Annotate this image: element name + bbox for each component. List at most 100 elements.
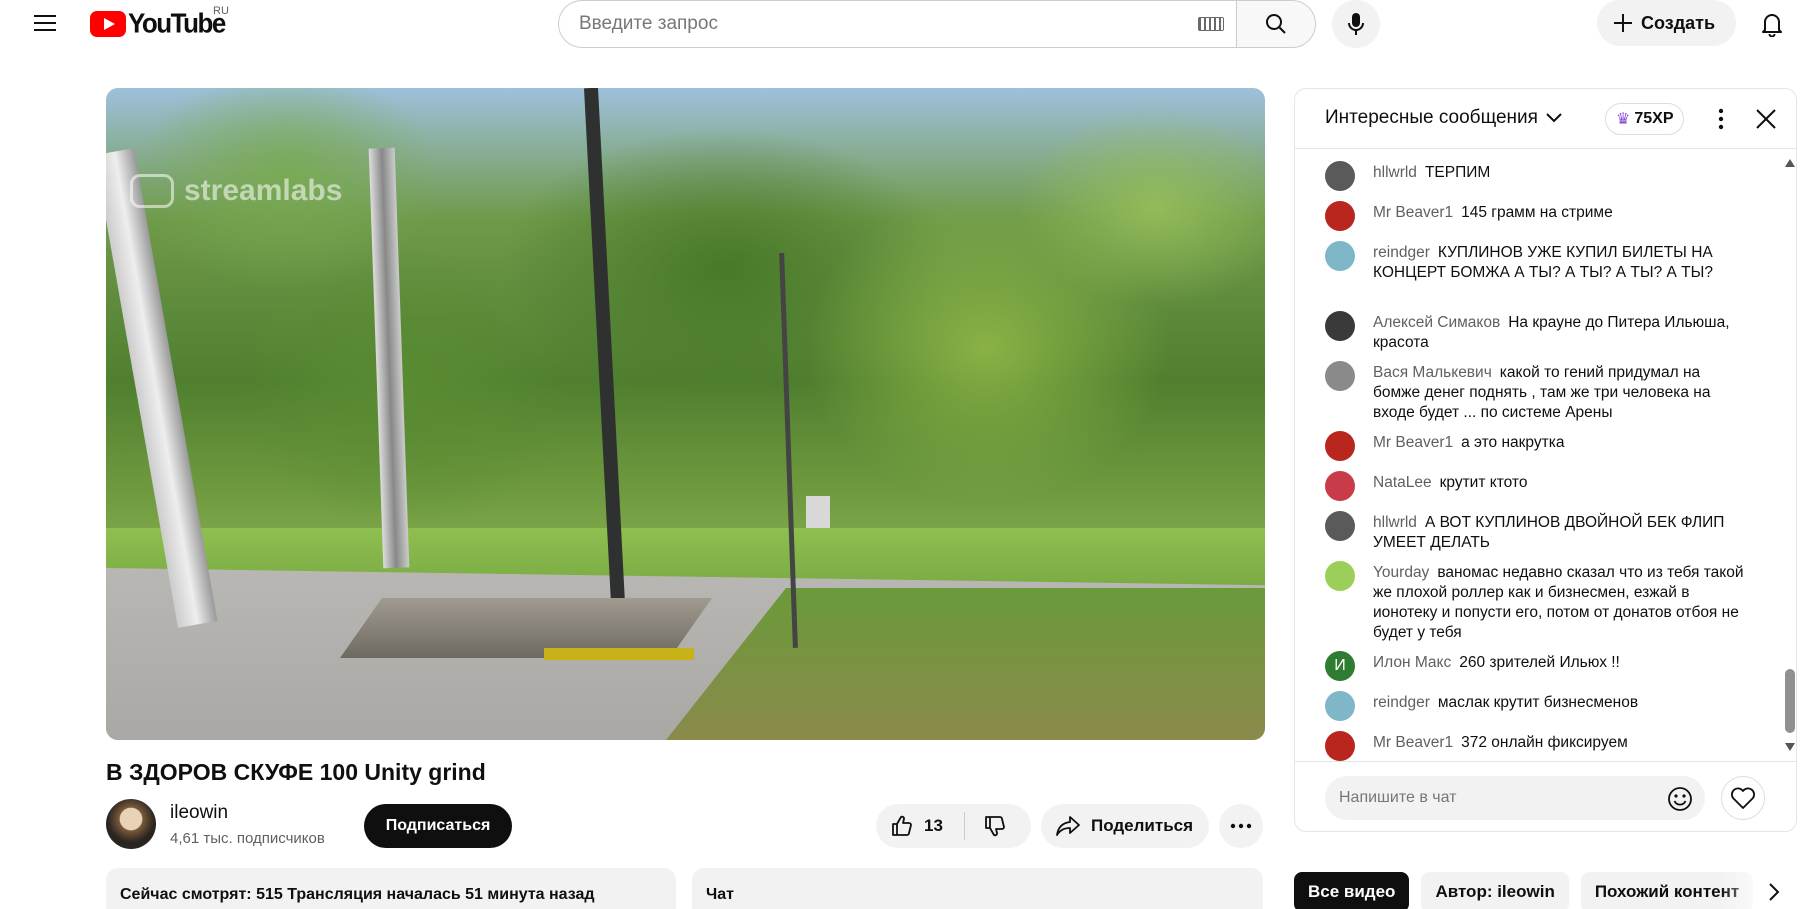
scroll-down-arrow-icon[interactable]	[1785, 743, 1795, 751]
subscriber-count: 4,61 тыс. подписчиков	[170, 830, 325, 847]
like-dislike-group: 13	[876, 804, 1031, 848]
chat-message: hllwrld А ВОТ КУПЛИНОВ ДВОЙНОЙ БЕК ФЛИП У…	[1325, 511, 1745, 553]
xp-badge[interactable]: ♛ 75XP	[1605, 103, 1685, 135]
microphone-icon	[1348, 13, 1364, 35]
message-author[interactable]: Mr Beaver1	[1373, 204, 1453, 221]
user-avatar[interactable]	[1325, 201, 1355, 231]
message-text: ТЕРПИМ	[1424, 164, 1491, 181]
message-text: А ВОТ КУПЛИНОВ ДВОЙНОЙ БЕК ФЛИП УМЕЕТ ДЕ…	[1373, 514, 1725, 551]
chevron-down-icon	[1546, 113, 1562, 123]
chat-message: reindger маслак крутит бизнесменов	[1325, 691, 1745, 721]
chat-message: Алексей Симаков На крауне до Питера Ильюш…	[1325, 311, 1745, 353]
message-author[interactable]: Mr Beaver1	[1373, 434, 1453, 451]
channel-name[interactable]: ileowin	[170, 802, 228, 824]
description-box[interactable]: Сейчас смотрят: 515 Трансляция началась …	[106, 868, 676, 909]
scroll-thumb[interactable]	[1785, 669, 1795, 733]
chat-message: Вася Малькевич какой то гений придумал на…	[1325, 361, 1745, 423]
message-author[interactable]: hllwrld	[1373, 514, 1417, 531]
search-icon	[1266, 14, 1286, 34]
chat-mode-dropdown[interactable]: Интересные сообщения	[1325, 107, 1562, 129]
message-text: 145 грамм на стриме	[1461, 204, 1613, 221]
user-avatar[interactable]	[1325, 561, 1355, 591]
crown-icon: ♛	[1616, 111, 1631, 128]
emoji-button[interactable]	[1665, 784, 1695, 814]
chat-message-input[interactable]	[1325, 776, 1705, 820]
chat-message-list: hllwrld ТЕРПИМ Mr Beaver1 145 грамм на стр…	[1295, 149, 1785, 761]
chat-message: reindger КУПЛИНОВ УЖЕ КУПИЛ БИЛЕТЫ НА КОН…	[1325, 241, 1745, 283]
chat-message: Mr Beaver1 145 грамм на стриме	[1325, 201, 1745, 231]
youtube-play-icon	[90, 10, 126, 37]
chip-author[interactable]: Автор: ileowin	[1421, 872, 1569, 909]
notifications-button[interactable]	[1752, 4, 1792, 44]
thumbs-up-icon	[892, 815, 912, 836]
message-author[interactable]: Yourday	[1373, 564, 1429, 581]
video-player[interactable]: streamlabs	[106, 88, 1265, 740]
heart-icon	[1731, 787, 1755, 809]
subscribe-button[interactable]: Подписаться	[364, 804, 512, 848]
dislike-button[interactable]	[965, 804, 1025, 848]
chat-toggle[interactable]: Чат	[692, 868, 1263, 909]
message-author[interactable]: Алексей Симаков	[1373, 314, 1500, 331]
watching-info: Сейчас смотрят: 515 Трансляция началась …	[120, 886, 595, 903]
keyboard-icon[interactable]	[1198, 17, 1224, 31]
search-input[interactable]	[579, 13, 1179, 35]
message-author[interactable]: Вася Малькевич	[1373, 364, 1492, 381]
user-avatar[interactable]	[1325, 431, 1355, 461]
user-avatar[interactable]	[1325, 511, 1355, 541]
user-avatar[interactable]	[1325, 241, 1355, 271]
chat-scrollbar[interactable]	[1783, 149, 1796, 761]
chat-message: Mr Beaver1 а это накрутка	[1325, 431, 1745, 461]
chat-close-button[interactable]	[1750, 103, 1782, 135]
search-button[interactable]	[1236, 0, 1316, 48]
more-horizontal-icon	[1230, 823, 1252, 829]
message-author[interactable]: Илон Макс	[1373, 654, 1451, 671]
chat-header: Интересные сообщения ♛ 75XP	[1295, 89, 1796, 149]
share-icon	[1056, 816, 1080, 836]
user-avatar[interactable]: И	[1325, 651, 1355, 681]
channel-avatar[interactable]	[106, 799, 156, 849]
message-author[interactable]: Mr Beaver1	[1373, 734, 1453, 751]
emoji-icon	[1668, 787, 1692, 811]
user-avatar[interactable]	[1325, 161, 1355, 191]
voice-search-button[interactable]	[1332, 0, 1380, 48]
message-author[interactable]: NataLee	[1373, 474, 1432, 491]
menu-icon[interactable]	[30, 8, 60, 38]
chevron-right-icon	[1769, 883, 1780, 901]
youtube-logo[interactable]: YouTube	[90, 7, 226, 39]
close-icon	[1756, 109, 1776, 129]
share-button[interactable]: Поделиться	[1041, 804, 1209, 848]
live-chat-panel: Интересные сообщения ♛ 75XP hllwrld ТЕРПИ…	[1294, 88, 1797, 832]
message-text: маслак крутит бизнесменов	[1437, 694, 1639, 711]
chat-message: hllwrld ТЕРПИМ	[1325, 161, 1745, 191]
chip-all-videos[interactable]: Все видео	[1294, 872, 1410, 909]
user-avatar[interactable]	[1325, 361, 1355, 391]
bell-icon	[1762, 14, 1782, 37]
create-button[interactable]: Создать	[1597, 0, 1736, 46]
chat-message: И Илон Макс 260 зрителей Ильюх !!	[1325, 651, 1745, 681]
message-author[interactable]: reindger	[1373, 694, 1430, 711]
chat-message: Yourday ваномас недавно сказал что из теб…	[1325, 561, 1745, 643]
user-avatar[interactable]	[1325, 731, 1355, 761]
message-author[interactable]: hllwrld	[1373, 164, 1417, 181]
more-vertical-icon	[1718, 108, 1724, 130]
message-text: а это накрутка	[1461, 434, 1565, 451]
search-box	[558, 0, 1236, 48]
like-button[interactable]: 13	[876, 804, 964, 848]
more-actions-button[interactable]	[1219, 804, 1263, 848]
message-text: 260 зрителей Ильюх !!	[1459, 654, 1620, 671]
chips-next-button[interactable]	[1754, 872, 1794, 909]
chat-more-button[interactable]	[1705, 103, 1737, 135]
country-code: RU	[213, 5, 229, 17]
message-text: крутит ктото	[1439, 474, 1528, 491]
reaction-heart-button[interactable]	[1721, 776, 1765, 820]
like-count: 13	[924, 816, 943, 835]
scroll-up-arrow-icon[interactable]	[1785, 159, 1795, 167]
plus-icon	[1614, 14, 1632, 32]
user-avatar[interactable]	[1325, 471, 1355, 501]
user-avatar[interactable]	[1325, 311, 1355, 341]
chat-message: Mr Beaver1 372 онлайн фиксируем	[1325, 731, 1745, 761]
message-author[interactable]: reindger	[1373, 244, 1430, 261]
message-text: 372 онлайн фиксируем	[1461, 734, 1628, 751]
streamlabs-watermark: streamlabs	[130, 174, 342, 208]
user-avatar[interactable]	[1325, 691, 1355, 721]
